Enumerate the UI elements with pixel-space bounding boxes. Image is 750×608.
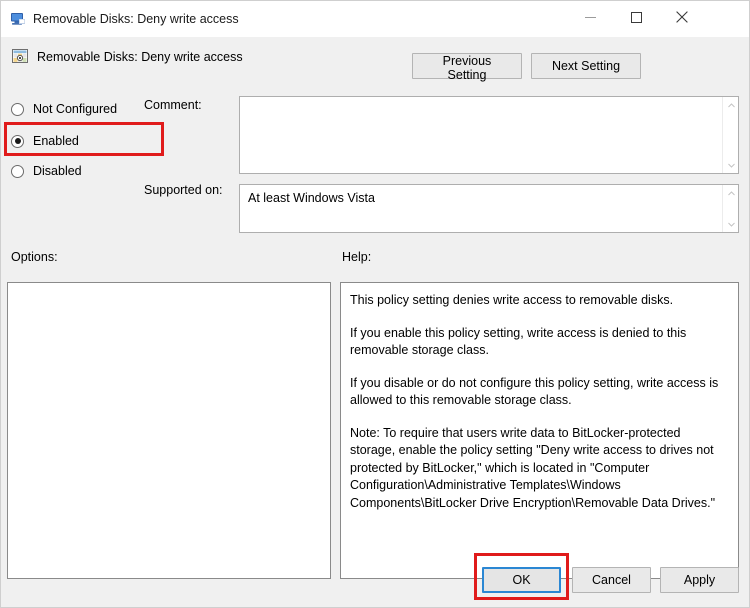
scroll-down-icon[interactable]	[723, 216, 739, 232]
policy-setting-icon	[11, 47, 31, 67]
supported-on-value: At least Windows Vista	[248, 191, 375, 205]
radio-indicator-selected	[11, 134, 24, 148]
help-paragraph: Note: To require that users write data t…	[350, 425, 716, 510]
scroll-up-icon[interactable]	[723, 97, 739, 113]
help-panel: This policy setting denies write access …	[340, 282, 739, 579]
supported-on-label: Supported on:	[144, 183, 223, 197]
help-paragraph: If you disable or do not configure this …	[350, 375, 719, 408]
apply-button[interactable]: Apply	[660, 567, 739, 593]
comment-scrollbar[interactable]	[722, 97, 738, 173]
header-title: Removable Disks: Deny write access	[37, 50, 243, 64]
supported-on-field: At least Windows Vista	[239, 184, 739, 233]
monitor-policy-icon	[9, 10, 27, 28]
radio-indicator	[11, 102, 24, 116]
options-label: Options:	[11, 250, 58, 264]
policy-setting-dialog: Removable Disks: Deny write access Remov…	[0, 0, 750, 608]
window-title: Removable Disks: Deny write access	[33, 12, 239, 26]
next-setting-button[interactable]: Next Setting	[531, 53, 641, 79]
radio-label-enabled: Enabled	[33, 134, 79, 148]
comment-input[interactable]	[239, 96, 739, 174]
radio-enabled[interactable]: Enabled	[11, 131, 79, 151]
ok-button[interactable]: OK	[482, 567, 561, 593]
cancel-button[interactable]: Cancel	[572, 567, 651, 593]
maximize-button[interactable]	[613, 1, 659, 33]
radio-indicator	[11, 164, 24, 178]
supported-scrollbar[interactable]	[722, 185, 738, 232]
options-panel[interactable]	[7, 282, 331, 579]
scroll-up-icon[interactable]	[723, 185, 739, 201]
previous-setting-button[interactable]: Previous Setting	[412, 53, 522, 82]
scroll-down-icon[interactable]	[723, 157, 739, 173]
help-paragraph: This policy setting denies write access …	[350, 293, 674, 307]
help-paragraph: If you enable this policy setting, write…	[350, 325, 687, 358]
radio-disabled[interactable]: Disabled	[11, 161, 82, 181]
radio-label-disabled: Disabled	[33, 164, 82, 178]
radio-not-configured[interactable]: Not Configured	[11, 99, 117, 119]
minimize-icon	[584, 16, 596, 18]
radio-label-not-configured: Not Configured	[33, 102, 118, 116]
title-bar: Removable Disks: Deny write access	[1, 1, 749, 38]
close-icon	[676, 11, 688, 23]
minimize-button[interactable]	[567, 1, 613, 33]
close-button[interactable]	[659, 1, 705, 33]
comment-label: Comment:	[144, 98, 202, 112]
help-label: Help:	[342, 250, 372, 264]
maximize-icon	[630, 11, 642, 23]
